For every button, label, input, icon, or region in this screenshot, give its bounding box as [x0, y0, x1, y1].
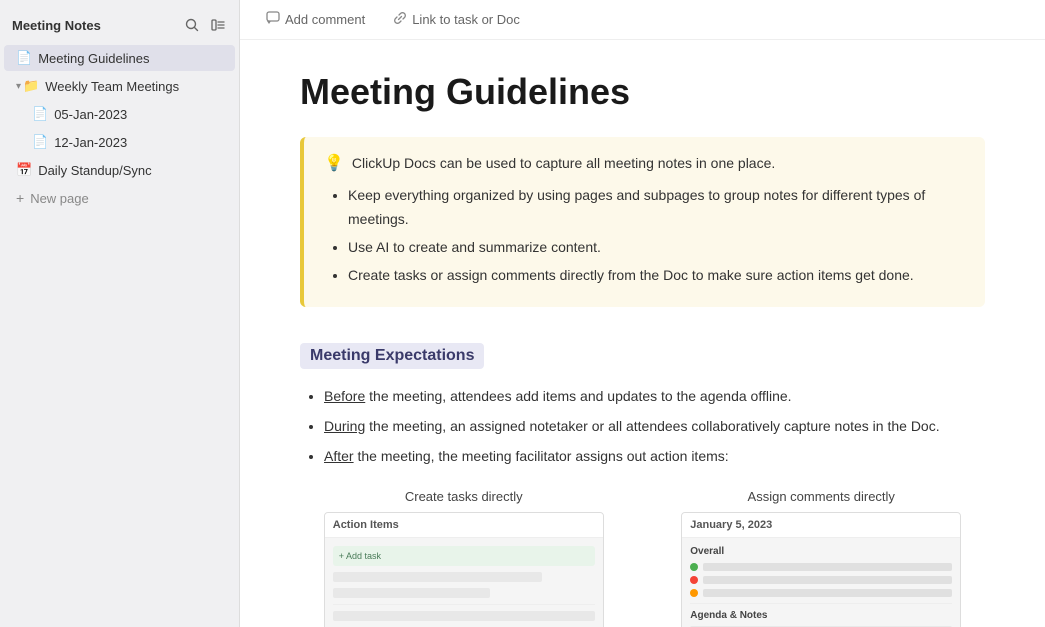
- after-link: After: [324, 448, 354, 464]
- create-tasks-screenshot: Action Items + Add task: [324, 512, 604, 627]
- expectations-item-after: After the meeting, the meeting facilitat…: [324, 445, 985, 469]
- callout-bullet-list: Keep everything organized by using pages…: [324, 184, 965, 287]
- screenshot-date: January 5, 2023: [690, 519, 772, 531]
- comment-bubble-icon: [266, 11, 280, 25]
- layout-icon: [211, 18, 225, 32]
- doc-toolbar: Add comment Link to task or Doc: [240, 0, 1045, 40]
- section-heading: Meeting Expectations: [300, 343, 484, 369]
- before-text: the meeting, attendees add items and upd…: [365, 388, 791, 404]
- callout-intro-text: ClickUp Docs can be used to capture all …: [352, 153, 775, 174]
- callout-bullet-item: Create tasks or assign comments directly…: [348, 264, 965, 288]
- sidebar-item-label: Weekly Team Meetings: [45, 79, 223, 94]
- dot-row: [690, 576, 952, 584]
- sidebar-item-label: Meeting Guidelines: [38, 51, 223, 66]
- new-page-button[interactable]: + New page: [4, 185, 235, 211]
- red-dot: [690, 576, 698, 584]
- assign-comments-col: Assign comments directly January 5, 2023…: [658, 489, 986, 627]
- section-label: Overall: [690, 546, 952, 557]
- divider: [690, 603, 952, 604]
- screenshot-header: January 5, 2023: [682, 513, 960, 538]
- screenshot-body: Overall: [682, 538, 960, 627]
- link-icon: [393, 11, 407, 28]
- sidebar-item-05-jan[interactable]: 📄 05-Jan-2023: [4, 101, 235, 127]
- sidebar-header: Meeting Notes: [0, 8, 239, 44]
- search-button[interactable]: [183, 16, 201, 34]
- divider: [333, 604, 595, 605]
- calendar-icon: 📅: [16, 162, 32, 178]
- sidebar: Meeting Notes 📄 Meeting Guidelines: [0, 0, 240, 627]
- doc-icon: 📄: [32, 134, 48, 150]
- sidebar-item-label: 12-Jan-2023: [54, 135, 223, 150]
- mock-line: [703, 576, 952, 584]
- callout-box: 💡 ClickUp Docs can be used to capture al…: [300, 137, 985, 307]
- screenshot-header: Action Items: [325, 513, 603, 538]
- plus-icon: +: [16, 190, 24, 206]
- comment-icon: [266, 11, 280, 28]
- during-text: the meeting, an assigned notetaker or al…: [365, 418, 939, 434]
- section-label: Agenda & Notes: [690, 610, 952, 621]
- sidebar-item-weekly-team-meetings[interactable]: ▾ 📁 Weekly Team Meetings: [4, 73, 235, 99]
- document-content: Meeting Guidelines 💡 ClickUp Docs can be…: [240, 40, 1045, 627]
- folder-icon: 📁: [23, 78, 39, 94]
- assign-comments-label: Assign comments directly: [748, 489, 895, 504]
- expectations-item-during: During the meeting, an assigned notetake…: [324, 415, 985, 439]
- sidebar-title: Meeting Notes: [12, 18, 101, 33]
- dot-row: [690, 589, 952, 597]
- chain-link-icon: [393, 11, 407, 25]
- add-comment-label: Add comment: [285, 12, 365, 27]
- mock-row: [333, 588, 490, 598]
- sidebar-item-label: 05-Jan-2023: [54, 107, 223, 122]
- mock-line: [703, 563, 952, 571]
- screenshots-row: Create tasks directly Action Items + Add…: [300, 489, 985, 627]
- mock-row: [333, 611, 595, 621]
- sidebar-item-daily-standup[interactable]: 📅 Daily Standup/Sync: [4, 157, 235, 183]
- mock-line: [703, 589, 952, 597]
- create-tasks-col: Create tasks directly Action Items + Add…: [300, 489, 628, 627]
- sidebar-item-label: Daily Standup/Sync: [38, 163, 223, 178]
- doc-icon: 📄: [16, 50, 32, 66]
- chevron-down-icon: ▾: [16, 81, 21, 92]
- link-to-task-button[interactable]: Link to task or Doc: [387, 8, 526, 31]
- screenshot-body: + Add task: [325, 538, 603, 627]
- before-link: Before: [324, 388, 365, 404]
- main-content: Add comment Link to task or Doc Meeting …: [240, 0, 1045, 627]
- doc-icon: 📄: [32, 106, 48, 122]
- orange-dot: [690, 589, 698, 597]
- section-heading-wrapper: Meeting Expectations: [300, 335, 985, 385]
- new-page-label: New page: [30, 191, 89, 206]
- link-to-task-label: Link to task or Doc: [412, 12, 520, 27]
- sidebar-item-12-jan[interactable]: 📄 12-Jan-2023: [4, 129, 235, 155]
- expectations-list: Before the meeting, attendees add items …: [300, 385, 985, 468]
- sidebar-item-meeting-guidelines[interactable]: 📄 Meeting Guidelines: [4, 45, 235, 71]
- callout-bullet-item: Keep everything organized by using pages…: [348, 184, 965, 232]
- after-text: the meeting, the meeting facilitator ass…: [354, 448, 729, 464]
- lightbulb-icon: 💡: [324, 153, 344, 173]
- expectations-item-before: Before the meeting, attendees add items …: [324, 385, 985, 409]
- callout-header: 💡 ClickUp Docs can be used to capture al…: [324, 153, 965, 174]
- mock-row: [333, 572, 543, 582]
- search-icon: [185, 18, 199, 32]
- green-dot: [690, 563, 698, 571]
- assign-comments-screenshot: January 5, 2023 Overall: [681, 512, 961, 627]
- layout-toggle-button[interactable]: [209, 16, 227, 34]
- callout-bullet-item: Use AI to create and summarize content.: [348, 236, 965, 260]
- dot-row: [690, 563, 952, 571]
- during-link: During: [324, 418, 365, 434]
- document-title: Meeting Guidelines: [300, 70, 985, 113]
- add-comment-button[interactable]: Add comment: [260, 8, 371, 31]
- create-tasks-label: Create tasks directly: [405, 489, 523, 504]
- sidebar-icon-group: [183, 16, 227, 34]
